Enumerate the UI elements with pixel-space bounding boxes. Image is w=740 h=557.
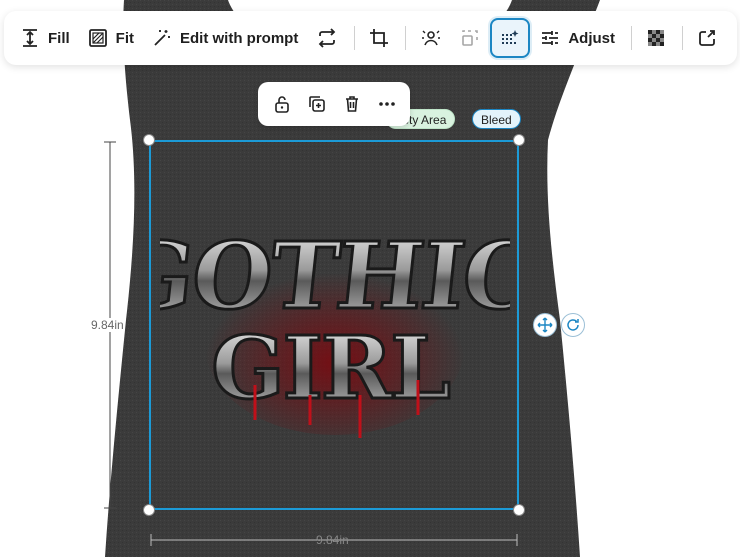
edit-with-prompt-button[interactable]: Edit with prompt: [144, 18, 306, 58]
swap-icon: [319, 28, 336, 48]
fill-button[interactable]: Fill: [12, 18, 78, 58]
fit-label: Fit: [115, 29, 134, 47]
resize-handle-top-right[interactable]: [513, 134, 525, 146]
crop-icon: [370, 29, 389, 47]
move-icon[interactable]: [533, 313, 557, 337]
duplicate-icon[interactable]: [303, 90, 331, 118]
smart-crop-icon: [462, 30, 479, 46]
crop-button[interactable]: [361, 18, 397, 58]
bleed-badge: Bleed: [472, 109, 521, 129]
sliders-icon: [542, 31, 559, 45]
export-icon: [699, 30, 715, 46]
fit-icon: [88, 29, 107, 47]
toolbar-divider: [631, 26, 632, 50]
trash-icon[interactable]: [338, 90, 366, 118]
enhance-sparkle-icon: [502, 30, 519, 44]
rotate-icon[interactable]: [561, 313, 585, 337]
resize-handle-top-left[interactable]: [143, 134, 155, 146]
resize-handle-bottom-left[interactable]: [143, 504, 155, 516]
height-label: 9.84in: [91, 318, 124, 332]
adjust-label: Adjust: [568, 29, 615, 47]
export-button[interactable]: [689, 18, 725, 58]
width-label: 9.84in: [316, 533, 349, 547]
toolbar-divider: [405, 26, 407, 50]
remove-background-icon: [422, 30, 441, 46]
remove-background-button[interactable]: [412, 18, 450, 58]
fill-label: Fill: [48, 29, 70, 47]
enhance-button[interactable]: [490, 18, 531, 58]
smart-crop-button[interactable]: [452, 18, 488, 58]
checkerboard-icon: [648, 30, 664, 46]
magic-wand-icon: [154, 30, 170, 46]
toolbar-divider: [354, 26, 356, 50]
more-dots-icon[interactable]: [373, 90, 401, 118]
fit-button[interactable]: Fit: [80, 18, 142, 58]
unlock-icon[interactable]: [268, 90, 296, 118]
object-mini-toolbar: [258, 82, 410, 126]
transparency-button[interactable]: [638, 18, 674, 58]
image-toolbar: Fill Fit Edit with prompt Adjust: [4, 11, 737, 65]
selection-box[interactable]: [149, 140, 519, 510]
resize-handle-bottom-right[interactable]: [513, 504, 525, 516]
toolbar-divider: [682, 26, 683, 50]
adjust-button[interactable]: Adjust: [532, 18, 623, 58]
edit-label: Edit with prompt: [180, 29, 299, 47]
fill-vertical-icon: [23, 29, 37, 47]
swap-button[interactable]: [308, 18, 346, 58]
